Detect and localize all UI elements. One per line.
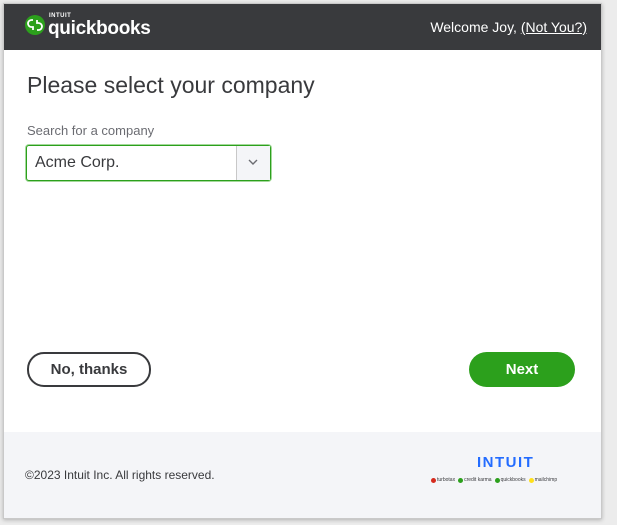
brand-family: turbotax credit karma quickbooks mailchi… [431, 477, 581, 483]
brand-credit-karma: credit karma [458, 477, 492, 483]
logo-wordmark: quickbooks [48, 18, 151, 39]
header-bar: INTUIT quickbooks Welcome Joy, (Not You?… [4, 4, 601, 50]
no-thanks-button[interactable]: No, thanks [27, 352, 151, 387]
welcome-text: Welcome Joy, [430, 19, 521, 35]
brand-quickbooks: quickbooks [494, 477, 526, 483]
selected-company-value: Acme Corp. [35, 154, 120, 171]
next-button[interactable]: Next [469, 352, 575, 387]
search-company-label: Search for a company [27, 123, 155, 138]
brand-label: credit karma [464, 477, 492, 483]
company-select[interactable]: Acme Corp. [26, 145, 271, 181]
brand-label: turbotax [437, 477, 456, 483]
brand-mailchimp: mailchimp [528, 477, 558, 483]
copyright-text: ©2023 Intuit Inc. All rights reserved. [25, 468, 215, 482]
dropdown-toggle-button[interactable] [236, 146, 270, 180]
brand-label: quickbooks [500, 477, 526, 483]
not-you-link[interactable]: (Not You?) [521, 19, 587, 35]
turbotax-logo-icon [431, 477, 436, 483]
chevron-down-icon [248, 159, 258, 165]
quickbooks-small-logo-icon [494, 477, 500, 483]
brand-label: mailchimp [534, 477, 558, 483]
mailchimp-logo-icon [528, 477, 534, 483]
welcome-message: Welcome Joy, (Not You?) [430, 19, 587, 35]
intuit-logo: INTUIT [477, 454, 535, 471]
quickbooks-logo-icon [25, 15, 45, 35]
footer: ©2023 Intuit Inc. All rights reserved. I… [4, 432, 601, 518]
page-title: Please select your company [27, 72, 315, 98]
company-select-window: INTUIT quickbooks Welcome Joy, (Not You?… [3, 3, 602, 519]
brand-turbotax: turbotax [431, 477, 455, 483]
credit-karma-logo-icon [458, 477, 464, 483]
